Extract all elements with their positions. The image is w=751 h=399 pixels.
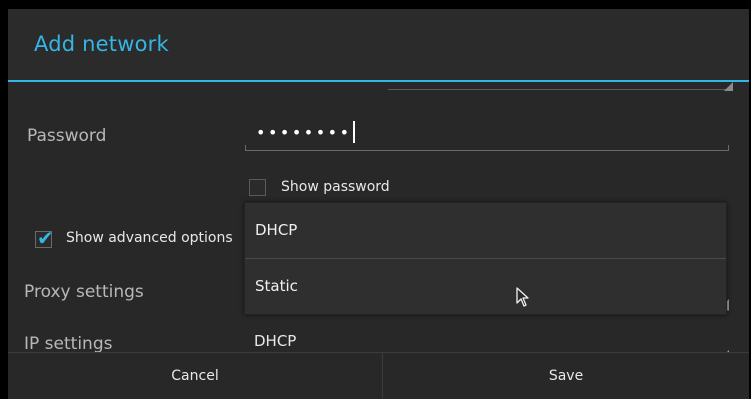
dialog-button-bar: Cancel Save <box>8 352 749 399</box>
save-button[interactable]: Save <box>383 353 749 399</box>
dropdown-option-label: DHCP <box>255 221 298 239</box>
show-password-checkbox[interactable] <box>249 179 266 196</box>
dropdown-option-label: Static <box>255 277 298 295</box>
password-input[interactable]: •••••••• <box>245 112 729 152</box>
ip-settings-label: IP settings <box>24 334 113 352</box>
password-label: Password <box>27 126 107 146</box>
password-underline <box>245 150 729 151</box>
add-network-dialog: Add network Password •••••••• Show passw… <box>8 9 749 399</box>
security-spinner-underline[interactable] <box>388 89 732 90</box>
cancel-button[interactable]: Cancel <box>8 353 382 399</box>
text-cursor <box>352 121 355 143</box>
dialog-title-bar: Add network <box>8 9 749 80</box>
security-spinner-arrow-icon[interactable] <box>724 82 733 91</box>
password-value: •••••••• <box>256 121 355 143</box>
checkmark-icon: ✔ <box>37 226 54 250</box>
show-advanced-options-checkbox[interactable]: ✔ <box>35 226 54 250</box>
password-underline-tick-left <box>245 145 246 151</box>
show-password-label[interactable]: Show password <box>281 179 390 195</box>
dialog-title: Add network <box>34 32 169 56</box>
password-underline-tick-right <box>728 145 729 151</box>
dropdown-option-static[interactable]: Static <box>245 259 726 314</box>
show-advanced-options-label[interactable]: Show advanced options <box>66 230 233 246</box>
ip-settings-value: DHCP <box>254 332 297 350</box>
dropdown-option-dhcp[interactable]: DHCP <box>245 203 726 258</box>
proxy-settings-label: Proxy settings <box>24 282 144 302</box>
ip-settings-spinner[interactable]: DHCP <box>244 326 729 352</box>
proxy-settings-dropdown: DHCP Static <box>244 202 727 315</box>
dialog-content[interactable]: Password •••••••• Show password ✔ Show a… <box>8 82 749 352</box>
mouse-pointer-icon <box>516 287 529 307</box>
